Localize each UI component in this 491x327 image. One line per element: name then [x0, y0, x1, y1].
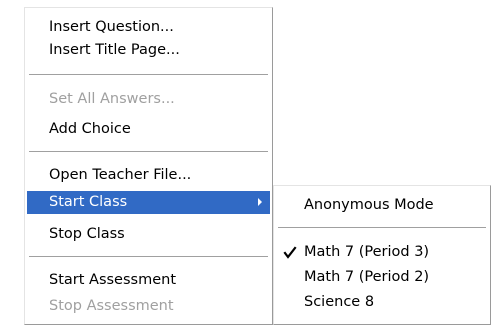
submenu-item-math-7-period-2[interactable]: Math 7 (Period 2)	[276, 266, 488, 289]
chevron-right-icon	[258, 198, 262, 206]
menu-item-start-class[interactable]: Start Class	[27, 191, 270, 214]
menu-item-label: Start Assessment	[49, 272, 177, 288]
menu-item-start-assessment[interactable]: Start Assessment	[27, 269, 270, 292]
menu-item-label: Stop Assessment	[49, 298, 174, 314]
menu-separator	[29, 74, 268, 76]
check-icon	[283, 246, 297, 259]
menu-item-set-all-answers: Set All Answers...	[27, 88, 270, 111]
menu-item-label: Start Class	[49, 194, 128, 210]
menu-item-label: Science 8	[304, 294, 375, 310]
menu-item-label: Set All Answers...	[49, 91, 175, 107]
menu-item-add-choice[interactable]: Add Choice	[27, 118, 270, 141]
submenu-item-science-8[interactable]: Science 8	[276, 291, 488, 314]
menu-separator	[29, 151, 268, 153]
menu-item-label: Anonymous Mode	[304, 197, 434, 213]
menu-item-label: Insert Question...	[49, 19, 174, 35]
submenu-item-anonymous-mode[interactable]: Anonymous Mode	[276, 194, 488, 217]
menu-item-label: Add Choice	[49, 121, 131, 137]
menu-item-label: Open Teacher File...	[49, 167, 192, 183]
menu-separator	[29, 256, 268, 258]
menu-item-insert-title-page[interactable]: Insert Title Page...	[27, 39, 270, 62]
context-menu: Insert Question... Insert Title Page... …	[24, 7, 273, 325]
menu-item-open-teacher-file[interactable]: Open Teacher File...	[27, 164, 270, 187]
menu-item-label: Math 7 (Period 3)	[304, 244, 430, 260]
menu-item-insert-question[interactable]: Insert Question...	[27, 16, 270, 39]
menu-separator	[278, 227, 486, 229]
menu-item-stop-class[interactable]: Stop Class	[27, 223, 270, 246]
menu-item-stop-assessment: Stop Assessment	[27, 295, 270, 318]
start-class-submenu: Anonymous Mode Math 7 (Period 3) Math 7 …	[273, 185, 491, 325]
menu-item-label: Stop Class	[49, 226, 125, 242]
submenu-item-math-7-period-3[interactable]: Math 7 (Period 3)	[276, 241, 488, 264]
menu-item-label: Insert Title Page...	[49, 42, 180, 58]
menu-item-label: Math 7 (Period 2)	[304, 269, 430, 285]
